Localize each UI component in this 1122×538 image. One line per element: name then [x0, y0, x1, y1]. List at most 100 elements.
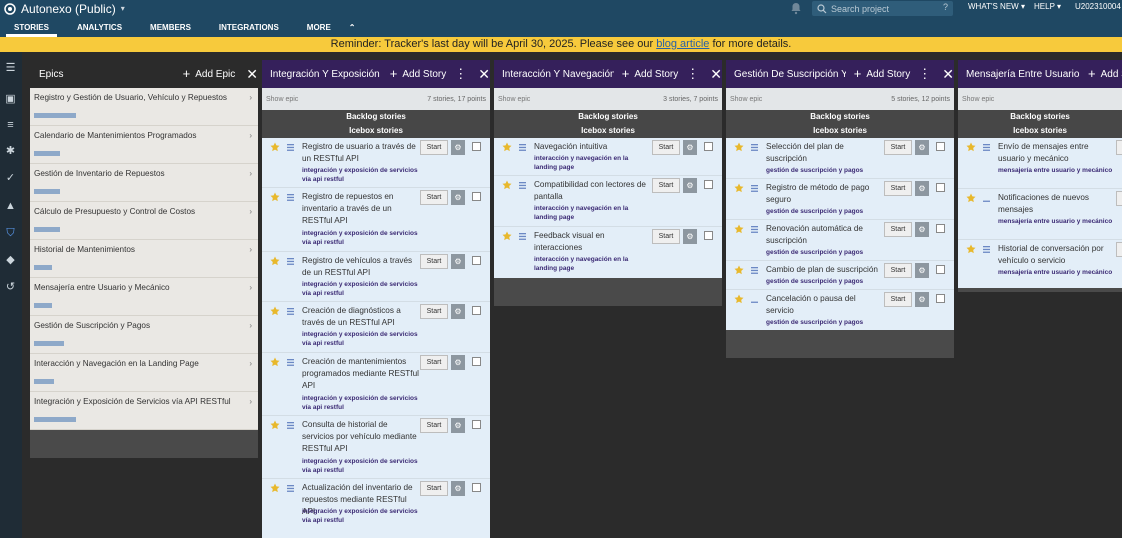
story-label[interactable]: gestión de suscripción y pagos — [766, 166, 884, 175]
backlog-list-icon[interactable]: ≡ — [4, 119, 17, 132]
story-label[interactable]: mensajería entre usuario y mecánico — [998, 217, 1116, 226]
story-label[interactable]: integración y exposición de servicios ví… — [302, 394, 420, 412]
column-title[interactable]: Gestión De Suscripción Y P... — [734, 69, 846, 80]
story-label[interactable]: gestión de suscripción y pagos — [766, 277, 884, 286]
select-checkbox[interactable] — [704, 142, 713, 151]
gear-icon[interactable]: ⚙ — [915, 140, 929, 155]
start-button[interactable]: Start — [420, 190, 448, 205]
gear-icon[interactable]: ⚙ — [451, 190, 465, 205]
story-row[interactable]: Registro de vehículos a través de un RES… — [262, 252, 490, 302]
start-button[interactable]: Start — [652, 229, 680, 244]
labels-tag-icon[interactable]: ◆ — [4, 254, 17, 267]
story-label[interactable]: mensajería entre usuario y mecánico — [998, 166, 1116, 175]
gear-icon[interactable]: ⚙ — [915, 292, 929, 307]
add-story-button[interactable]: + Add Story — [854, 67, 911, 80]
collapse-nav-icon[interactable]: ⌃ — [345, 17, 360, 37]
story-label[interactable]: integración y exposición de servicios ví… — [302, 229, 420, 247]
story-label[interactable]: interacción y navegación en la landing p… — [534, 154, 652, 172]
story-label[interactable]: integración y exposición de servicios ví… — [302, 507, 420, 525]
gear-icon[interactable]: ⚙ — [915, 263, 929, 278]
select-checkbox[interactable] — [936, 294, 945, 303]
story-label[interactable]: integración y exposición de servicios ví… — [302, 457, 420, 475]
select-checkbox[interactable] — [704, 231, 713, 240]
history-clock-icon[interactable]: ↺ — [4, 281, 17, 294]
gear-icon[interactable]: ⚙ — [451, 140, 465, 155]
select-checkbox[interactable] — [472, 142, 481, 151]
select-checkbox[interactable] — [472, 256, 481, 265]
epic-item[interactable]: Gestión de Suscripción y Pagos › — [30, 316, 258, 354]
epic-item[interactable]: Interacción y Navegación en la Landing P… — [30, 354, 258, 392]
epic-item[interactable]: Gestión de Inventario de Repuestos › — [30, 164, 258, 202]
done-check-icon[interactable]: ✓ — [4, 172, 17, 185]
gear-icon[interactable]: ⚙ — [915, 181, 929, 196]
tab-integrations[interactable]: INTEGRATIONS — [205, 17, 293, 37]
add-epic-button[interactable]: + Add Epic — [183, 67, 236, 80]
story-row[interactable]: Creación de diagnósticos a través de un … — [262, 302, 490, 353]
more-options-icon[interactable]: ⋮ — [454, 67, 467, 80]
gear-icon[interactable]: ⚙ — [451, 304, 465, 319]
epics-shield-icon[interactable]: ⛉ — [4, 227, 17, 240]
start-button[interactable]: Start — [884, 140, 912, 155]
gear-icon[interactable]: ⚙ — [683, 140, 697, 155]
tracker-logo-icon[interactable] — [3, 2, 16, 15]
story-label[interactable]: integración y exposición de servicios ví… — [302, 166, 420, 184]
more-options-icon[interactable]: ⋮ — [686, 67, 699, 80]
start-button[interactable]: Start — [884, 263, 912, 278]
story-row[interactable]: Renovación automática de suscripción ges… — [726, 220, 954, 261]
select-checkbox[interactable] — [936, 265, 945, 274]
start-button[interactable]: Start — [652, 178, 680, 193]
show-epic-link[interactable]: Show epic — [266, 96, 298, 103]
select-checkbox[interactable] — [472, 420, 481, 429]
select-checkbox[interactable] — [936, 142, 945, 151]
story-label[interactable]: gestión de suscripción y pagos — [766, 318, 884, 327]
search-help-icon[interactable]: ? — [943, 2, 948, 12]
gear-icon[interactable]: ⚙ — [683, 178, 697, 193]
whats-new-menu[interactable]: WHAT'S NEW ▾ — [968, 2, 1025, 11]
story-label[interactable]: mensajería entre usuario y mecánico — [998, 268, 1116, 277]
add-story-button[interactable]: + Add Story — [390, 67, 447, 80]
gear-icon[interactable]: ⚙ — [915, 222, 929, 237]
epic-item[interactable]: Historial de Mantenimientos › — [30, 240, 258, 278]
user-menu[interactable]: U202310004 — [1075, 2, 1121, 11]
start-button[interactable]: Start — [652, 140, 680, 155]
story-row[interactable]: Creación de mantenimientos programados m… — [262, 353, 490, 416]
story-row[interactable]: Compatibilidad con lectores de pantalla … — [494, 176, 722, 227]
epic-item[interactable]: Cálculo de Presupuesto y Control de Cost… — [30, 202, 258, 240]
tab-more[interactable]: MORE — [293, 17, 345, 37]
collapse-sidebar-icon[interactable]: ☰ — [4, 62, 17, 75]
add-story-button[interactable]: + Add Story — [622, 67, 679, 80]
story-label[interactable]: interacción y navegación en la landing p… — [534, 255, 652, 273]
select-checkbox[interactable] — [472, 306, 481, 315]
tab-stories[interactable]: STORIES — [0, 17, 63, 37]
story-row[interactable]: Registro de repuestos en inventario a tr… — [262, 188, 490, 252]
blockers-warning-icon[interactable]: ▲ — [4, 200, 17, 213]
gear-icon[interactable]: ⚙ — [451, 254, 465, 269]
my-work-icon[interactable]: ▣ — [4, 93, 17, 106]
start-button[interactable]: Start — [420, 418, 448, 433]
story-label[interactable]: gestión de suscripción y pagos — [766, 248, 884, 257]
story-row[interactable]: Selección del plan de suscripción gestió… — [726, 138, 954, 179]
show-epic-link[interactable]: Show epic — [498, 96, 530, 103]
column-title[interactable]: Integración Y Exposición D... — [270, 69, 382, 80]
gear-icon[interactable]: ⚙ — [451, 355, 465, 370]
start-button[interactable]: Start — [884, 222, 912, 237]
icebox-snowflake-icon[interactable]: ✱ — [4, 145, 17, 158]
select-checkbox[interactable] — [472, 357, 481, 366]
epic-item[interactable]: Calendario de Mantenimientos Programados… — [30, 126, 258, 164]
start-button[interactable]: Start — [1116, 242, 1122, 257]
column-title[interactable]: Mensajería Entre Usuario Y... — [966, 69, 1080, 80]
start-button[interactable]: Start — [420, 254, 448, 269]
story-label[interactable]: integración y exposición de servicios ví… — [302, 280, 420, 298]
show-epic-link[interactable]: Show epic — [730, 96, 762, 103]
story-row[interactable]: Registro de método de pago seguro gestió… — [726, 179, 954, 220]
story-row[interactable]: Historial de conversación por vehículo o… — [958, 240, 1122, 288]
start-button[interactable]: Start — [420, 140, 448, 155]
tab-members[interactable]: MEMBERS — [136, 17, 205, 37]
select-checkbox[interactable] — [936, 183, 945, 192]
story-label[interactable]: interacción y navegación en la landing p… — [534, 204, 652, 222]
add-story-button[interactable]: + Add Story — [1088, 67, 1122, 80]
close-icon[interactable]: ✕ — [246, 67, 258, 81]
show-epic-link[interactable]: Show epic — [962, 96, 994, 103]
column-title[interactable]: Interacción Y Navegación E... — [502, 69, 614, 80]
blog-article-link[interactable]: blog article — [656, 38, 709, 50]
